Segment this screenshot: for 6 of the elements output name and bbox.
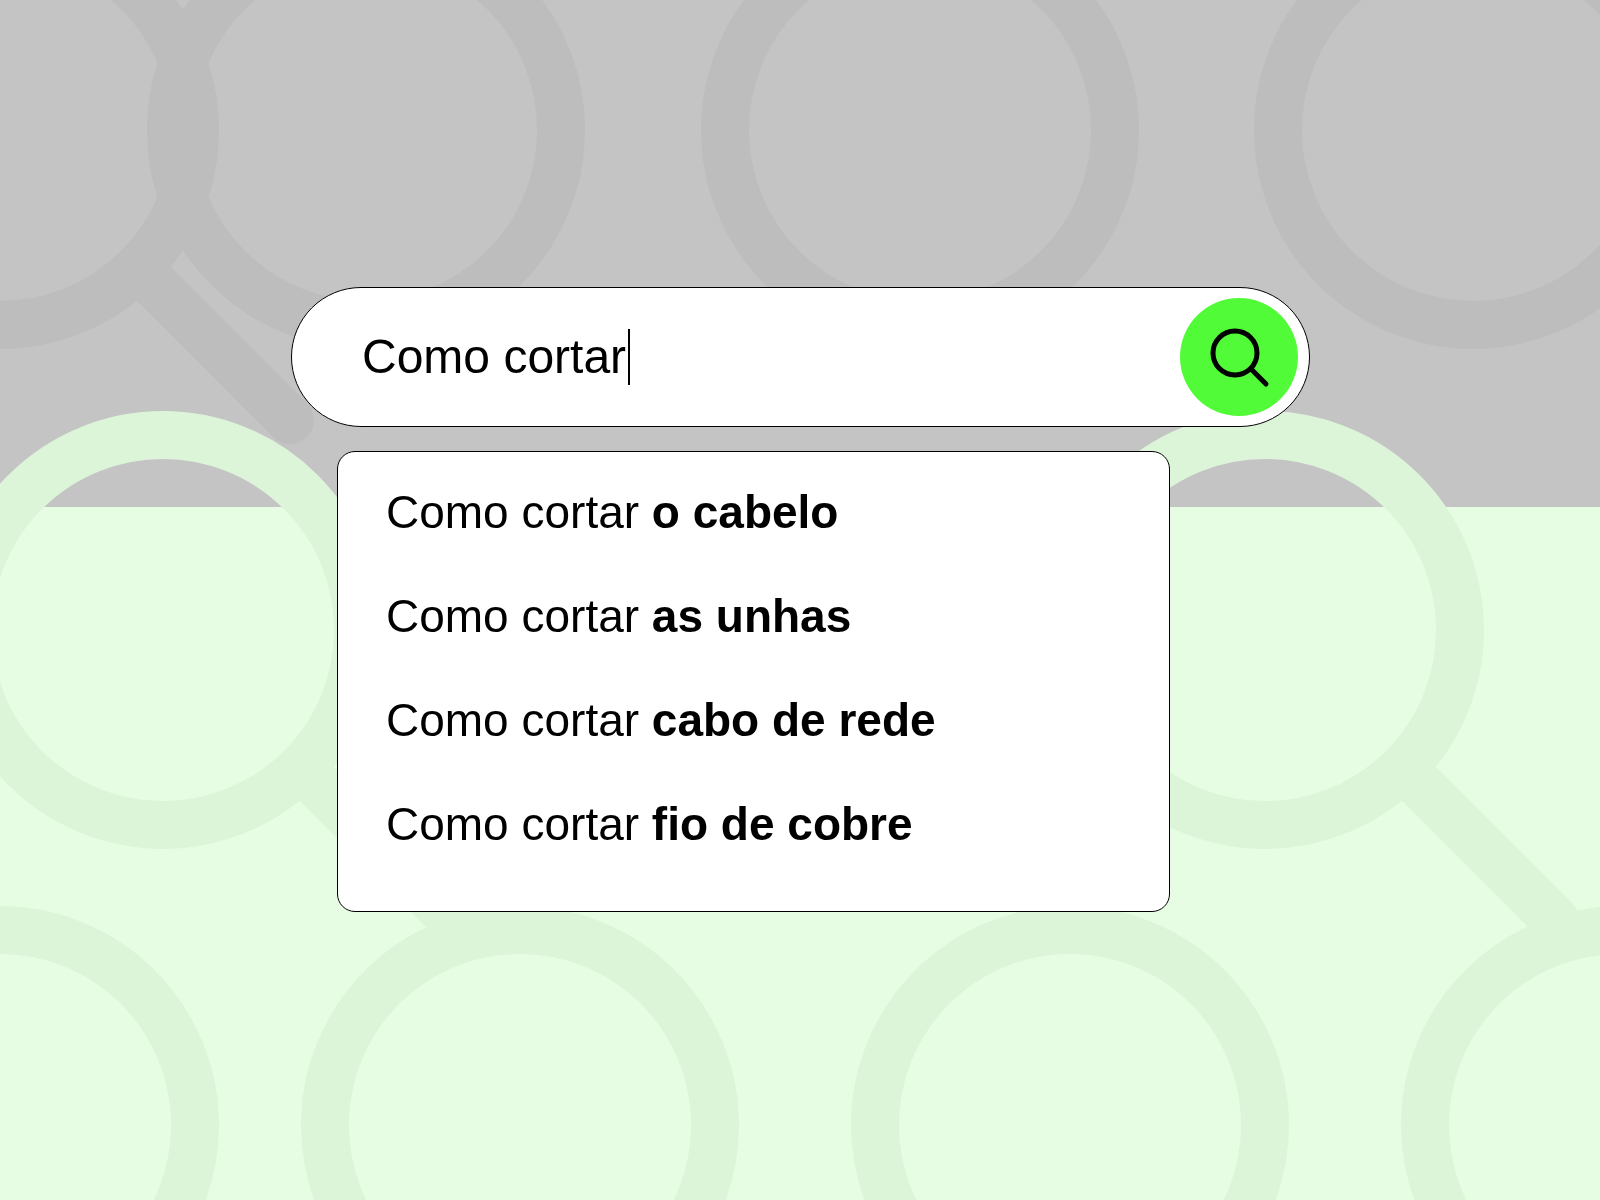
search-icon [1208, 326, 1270, 388]
search-field[interactable]: Como cortar [362, 329, 631, 385]
suggestion-item[interactable]: Como cortar o cabelo [386, 478, 839, 546]
suggestion-item[interactable]: Como cortar fio de cobre [386, 790, 913, 858]
suggestion-item[interactable]: Como cortar as unhas [386, 582, 852, 650]
suggestion-item[interactable]: Como cortar cabo de rede [386, 686, 936, 754]
